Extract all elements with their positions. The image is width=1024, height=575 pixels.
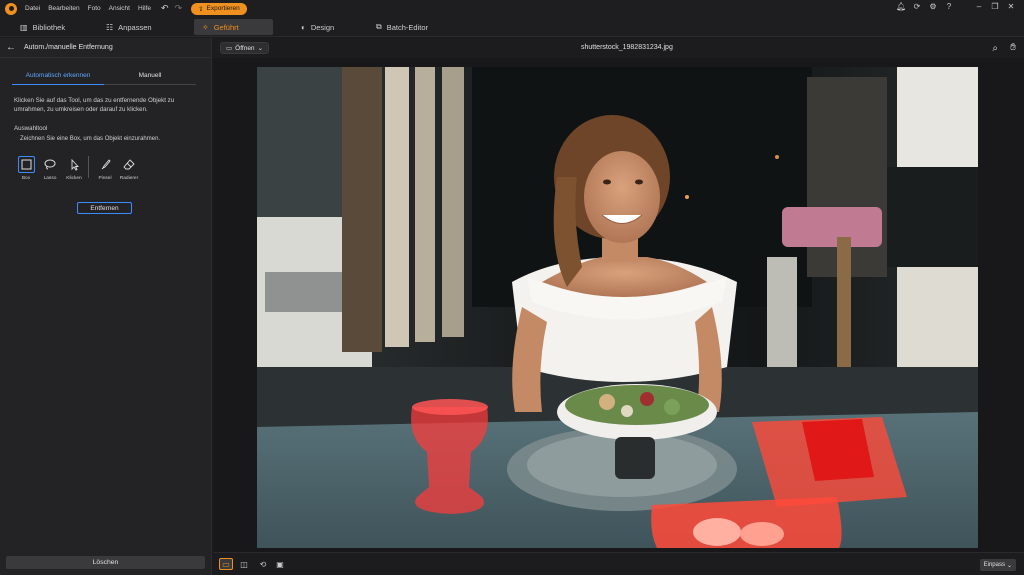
panel-header: ← Autom./manuelle Entfernung <box>0 38 212 58</box>
back-arrow-icon[interactable]: ← <box>6 42 16 53</box>
box-select-icon <box>17 156 35 173</box>
export-label: Exportieren <box>206 5 240 12</box>
split-view-icon[interactable]: ◫ <box>237 558 251 570</box>
tool-klicken[interactable]: Klicken <box>62 156 86 186</box>
fit-label: Einpass <box>983 562 1005 568</box>
menu-datei[interactable]: Datei <box>25 5 40 12</box>
remove-button[interactable]: Entfernen <box>77 202 132 214</box>
zoom-fit-select[interactable]: Einpass ⌄ <box>979 559 1016 571</box>
export-icon: ⇪ <box>198 5 204 13</box>
selection-tool-label: Auswahltool <box>14 125 48 132</box>
tab-label: Anpassen <box>118 22 152 32</box>
photo-illustration <box>257 67 978 548</box>
compare-icon[interactable]: ▣ <box>273 558 287 570</box>
lasso-icon <box>42 156 59 173</box>
close-icon[interactable]: ✕ <box>1006 2 1016 11</box>
folder-icon: ▭ <box>226 45 233 52</box>
tool-label: Pinsel <box>98 176 112 181</box>
tab-label: Batch-Editor <box>386 22 428 32</box>
menu-hilfe[interactable]: Hilfe <box>138 5 151 12</box>
tab-label: Design <box>310 22 335 32</box>
palette-icon: ◐ <box>301 22 306 32</box>
canvas-header: ▭ Öffnen ⌄ shutterstock_1982831234.jpg ⌕… <box>213 38 1024 58</box>
subtab-automatisch[interactable]: Automatisch erkennen <box>12 71 104 85</box>
menu-bar: Datei Bearbeiten Foto Ansicht Hilfe ↶ ↷ … <box>0 0 1024 17</box>
tool-label: Box <box>21 176 31 181</box>
subtab-manuell[interactable]: Manuell <box>104 71 196 85</box>
single-view-icon[interactable]: ▭ <box>219 558 233 570</box>
sync-icon[interactable]: ⟳ <box>912 2 922 11</box>
selection-tools: Box Lasso Klicken Pinsel Radierer <box>14 156 141 186</box>
tab-bibliothek[interactable]: ▥ Bibliothek <box>12 19 73 35</box>
tab-design[interactable]: ◐ Design <box>293 19 342 35</box>
chevron-down-icon: ⌄ <box>257 45 264 52</box>
app-logo-icon <box>5 2 17 15</box>
zoom-search-icon[interactable]: ⌕ <box>992 43 998 54</box>
tab-gefuehrt[interactable]: ✧ Geführt <box>194 19 273 35</box>
panel-title: Autom./manuelle Entfernung <box>24 44 113 51</box>
batch-icon: ⧉ <box>376 22 382 31</box>
tool-lasso[interactable]: Lasso <box>38 156 62 186</box>
image-canvas[interactable] <box>213 58 1024 552</box>
settings-gear-icon[interactable]: ⚙ <box>928 2 938 11</box>
menu-ansicht[interactable]: Ansicht <box>109 5 130 12</box>
menu-bearbeiten[interactable]: Bearbeiten <box>48 5 79 12</box>
undo-icon[interactable]: ↶ <box>161 3 169 14</box>
redo-icon[interactable]: ↷ <box>175 3 183 14</box>
help-icon[interactable]: ? <box>944 2 954 11</box>
open-button[interactable]: ▭ Öffnen ⌄ <box>220 42 270 54</box>
maximize-icon[interactable]: ❐ <box>990 2 1000 11</box>
tool-divider <box>88 156 89 178</box>
brush-icon <box>97 156 114 173</box>
sliders-icon: ☷ <box>106 22 114 32</box>
notification-bell-icon[interactable]: 🔔︎ <box>896 2 906 11</box>
tab-anpassen[interactable]: ☷ Anpassen <box>98 19 160 35</box>
eraser-icon <box>121 156 138 173</box>
cursor-click-icon <box>66 156 83 173</box>
export-button[interactable]: ⇪ Exportieren <box>191 2 247 15</box>
tool-label: Radierer <box>119 176 139 181</box>
menu-foto[interactable]: Foto <box>88 5 101 12</box>
clear-button[interactable]: Löschen <box>6 556 205 569</box>
canvas-bottom-bar: ▭ ◫ ⟲ ▣ Einpass ⌄ <box>213 552 1024 575</box>
photo-preview[interactable] <box>257 67 978 548</box>
module-tab-bar: ▥ Bibliothek ☷ Anpassen ✧ Geführt ◐ Desi… <box>0 17 1024 37</box>
tool-radierer[interactable]: Radierer <box>117 156 141 186</box>
hand-pan-icon[interactable]: ✋︎ <box>1010 42 1016 53</box>
magic-wand-icon: ✧ <box>202 22 209 32</box>
tool-pinsel[interactable]: Pinsel <box>93 156 117 186</box>
history-icon[interactable]: ⟲ <box>256 558 270 570</box>
library-icon: ▥ <box>20 22 28 32</box>
selection-hint: Zeichnen Sie eine Box, um das Objekt ein… <box>20 136 161 142</box>
tab-label: Bibliothek <box>32 22 66 32</box>
open-label: Öffnen <box>235 44 255 52</box>
file-name: shutterstock_1982831234.jpg <box>581 44 673 51</box>
guided-left-panel: ← Autom./manuelle Entfernung Automatisch… <box>0 38 212 575</box>
tool-label: Lasso <box>43 176 57 181</box>
mode-subtabs: Automatisch erkennen Manuell <box>12 71 196 85</box>
minimize-icon[interactable]: – <box>974 2 984 11</box>
tab-label: Geführt <box>213 22 239 32</box>
tab-batch-editor[interactable]: ⧉ Batch-Editor <box>368 19 436 35</box>
window-controls: 🔔︎ ⟳ ⚙ ? – ❐ ✕ <box>896 2 1016 11</box>
instruction-text: Klicken Sie auf das Tool, um das zu entf… <box>14 97 175 113</box>
tool-label: Klicken <box>66 176 82 181</box>
chevron-down-icon: ⌄ <box>1006 562 1012 569</box>
tool-box[interactable]: Box <box>14 156 38 186</box>
